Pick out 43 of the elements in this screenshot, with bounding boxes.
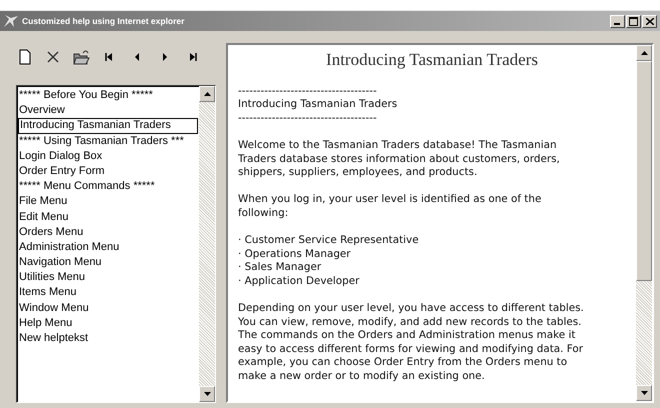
close-icon: [646, 18, 654, 24]
window-title: Customized help using Internet explorer: [22, 16, 186, 26]
scroll-up-button[interactable]: [636, 45, 652, 61]
scroll-down-button[interactable]: [199, 386, 215, 402]
list-item: · Customer Service Representative: [238, 234, 420, 248]
down-arrow-icon: [204, 392, 210, 396]
topic-item[interactable]: Navigation Menu: [18, 255, 199, 270]
list-item: · Application Developer: [238, 274, 360, 288]
paragraph: When you log in, your user level is identified as one of the following:: [238, 193, 542, 221]
scroll-up-button[interactable]: [199, 86, 215, 102]
down-arrow-icon: [640, 391, 648, 395]
topic-item[interactable]: Edit Menu: [18, 210, 199, 225]
up-arrow-icon: [204, 92, 210, 96]
topic-item[interactable]: ***** Using Tasmanian Traders ***: [18, 134, 199, 149]
maximize-icon: [629, 16, 638, 26]
topic-item[interactable]: New helptekst: [18, 331, 199, 346]
topic-item[interactable]: Administration Menu: [18, 240, 199, 256]
topic-item[interactable]: File Menu: [18, 194, 199, 210]
topic-item[interactable]: ***** Menu Commands *****: [18, 179, 199, 194]
topic-item[interactable]: Window Menu: [18, 300, 199, 316]
paragraph: Depending on your user level, you have access to different tables. You can view, remove, modify, and add new records to the tables. The commands on the Orders and Administration menus make it easy to access different forms for viewing and modifying data. For example, you can choose Order Entry from the Orders menu to make a new order or to modify an existing one.: [238, 302, 585, 384]
list-item: · Operations Manager: [238, 248, 352, 262]
topic-item[interactable]: Login Dialog Box: [18, 148, 199, 164]
up-arrow-icon: [640, 51, 648, 55]
topic-item[interactable]: Utilities Menu: [18, 270, 199, 286]
paragraph: Welcome to the Tasmanian Traders database! The Tasmanian Traders database stores information about customers, orders, shippers, suppliers, employees, and products.: [238, 138, 561, 180]
topic-item[interactable]: Help Menu: [18, 316, 199, 331]
topic-item[interactable]: Introducing Tasmanian Traders: [18, 118, 198, 134]
new-document-icon[interactable]: [16, 48, 34, 66]
scrollbar-thumb[interactable]: [636, 61, 652, 281]
topic-item[interactable]: Items Menu: [18, 285, 199, 301]
folder-icon[interactable]: [72, 48, 90, 66]
topic-item[interactable]: ***** Before You Begin *****: [18, 88, 199, 104]
paragraph: ------------------------------------- Introducing Tasmanian Traders -------------------------------------: [238, 84, 398, 126]
maximize-button[interactable]: [626, 14, 641, 28]
list-item: · Sales Manager: [238, 261, 322, 275]
topic-item[interactable]: Order Entry Form: [18, 164, 199, 180]
close-button[interactable]: [642, 14, 657, 28]
topic-item[interactable]: Orders Menu: [18, 224, 199, 240]
scroll-down-button[interactable]: [636, 385, 652, 401]
page-heading: Introducing Tasmanian Traders: [325, 53, 539, 67]
minimize-button[interactable]: [610, 14, 625, 28]
topic-item[interactable]: Overview: [18, 103, 199, 118]
